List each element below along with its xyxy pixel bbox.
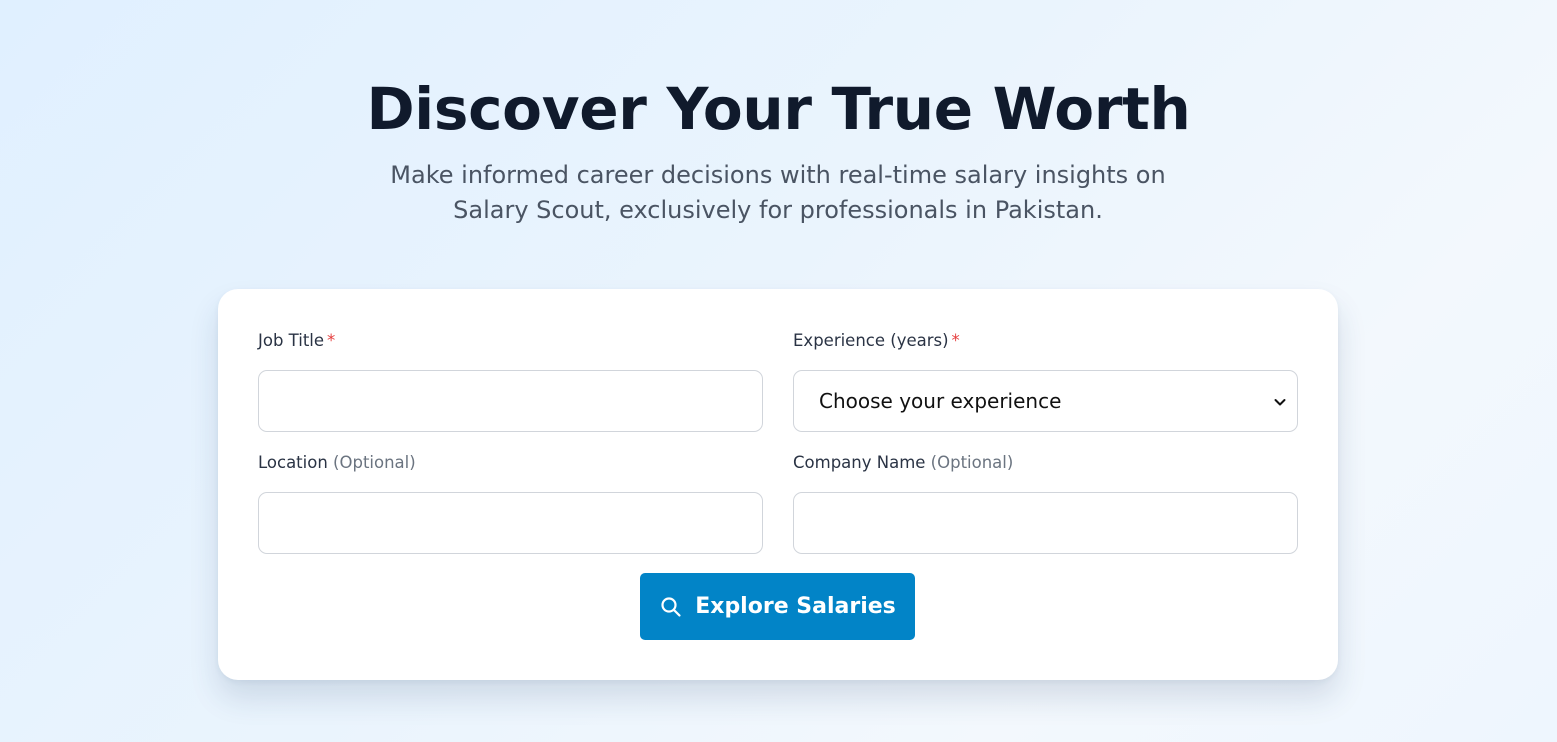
experience-field: Experience (years) * Choose your experien… [793, 330, 1298, 432]
experience-label-text: Experience (years) [793, 331, 949, 350]
subtitle-line-2: Salary Scout, exclusively for profession… [453, 196, 1103, 224]
optional-text: (Optional) [930, 453, 1014, 472]
job-title-label: Job Title * [258, 330, 763, 352]
explore-salaries-label: Explore Salaries [695, 594, 896, 619]
experience-selected-value: Choose your experience [819, 389, 1062, 413]
company-label-text: Company Name [793, 453, 926, 472]
page-subtitle: Make informed career decisions with real… [328, 158, 1228, 228]
optional-text: (Optional) [333, 453, 416, 472]
page-title: Discover Your True Worth [366, 75, 1191, 143]
location-input[interactable] [258, 492, 763, 554]
chevron-down-icon [1273, 394, 1287, 408]
job-title-label-text: Job Title [258, 331, 325, 350]
required-mark: * [951, 331, 960, 350]
job-title-field: Job Title * [258, 330, 763, 432]
explore-salaries-button[interactable]: Explore Salaries [640, 573, 915, 640]
company-field: Company Name (Optional) [793, 452, 1298, 554]
company-label: Company Name (Optional) [793, 452, 1298, 474]
location-label-text: Location [258, 453, 328, 472]
company-name-input[interactable] [793, 492, 1298, 554]
salary-search-card: Job Title * Experience (years) * Choose yo… [218, 289, 1338, 680]
search-icon [659, 595, 683, 619]
experience-select[interactable]: Choose your experience [793, 370, 1298, 432]
location-field: Location (Optional) [258, 452, 763, 554]
required-mark: * [327, 331, 336, 350]
subtitle-line-1: Make informed career decisions with real… [390, 161, 1166, 189]
experience-label: Experience (years) * [793, 330, 1298, 352]
job-title-input[interactable] [258, 370, 763, 432]
location-label: Location (Optional) [258, 452, 763, 474]
